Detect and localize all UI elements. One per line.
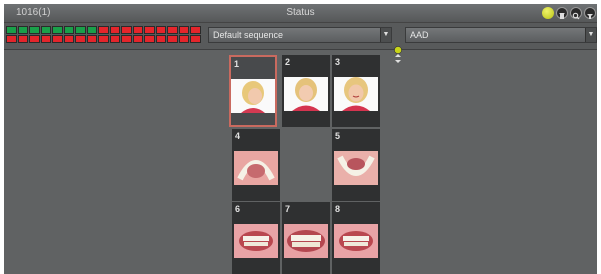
thumbnail-number: 7 bbox=[285, 204, 291, 214]
status-cell-missing bbox=[144, 26, 155, 34]
sequence-dropdown[interactable]: Default sequence ▼ bbox=[208, 27, 392, 43]
face-profile-photo bbox=[231, 79, 275, 113]
thumbnail-7[interactable]: 7 bbox=[282, 202, 330, 274]
teeth-left-photo bbox=[334, 224, 378, 258]
sequence-dropdown-value: Default sequence bbox=[213, 30, 284, 40]
photo-status-grid bbox=[6, 26, 202, 44]
status-cell-missing bbox=[190, 26, 201, 34]
chevron-down-icon[interactable]: ▼ bbox=[380, 28, 391, 42]
chevron-down-icon[interactable]: ▼ bbox=[585, 28, 596, 42]
status-cell-missing bbox=[144, 35, 155, 43]
thumbnail-number: 8 bbox=[335, 204, 341, 214]
thumbnail-number: 1 bbox=[234, 59, 240, 69]
status-cell-missing bbox=[167, 35, 178, 43]
status-cell-missing bbox=[109, 35, 120, 43]
thumbnail-number: 3 bbox=[335, 57, 341, 67]
thumbnail-8[interactable]: 8 bbox=[332, 202, 380, 274]
thumbnail-4[interactable]: 4 bbox=[232, 129, 280, 201]
status-cell-missing bbox=[17, 35, 28, 43]
thumbnail-number: 6 bbox=[235, 204, 241, 214]
status-cell-missing bbox=[40, 35, 51, 43]
filter-dropdown-value: AAD bbox=[410, 30, 429, 40]
thumbnail-6[interactable]: 6 bbox=[232, 202, 280, 274]
status-cell-missing bbox=[121, 35, 132, 43]
status-cell-ok bbox=[63, 26, 74, 34]
status-cell-missing bbox=[167, 26, 178, 34]
status-cell-missing bbox=[190, 35, 201, 43]
filter-dropdown[interactable]: AAD ▼ bbox=[405, 27, 597, 43]
toolbar: Default sequence ▼ AAD ▼ bbox=[4, 23, 597, 63]
status-cell-missing bbox=[109, 26, 120, 34]
thumbnail-2[interactable]: 2 bbox=[282, 55, 330, 127]
close-icon[interactable] bbox=[584, 7, 596, 19]
search-icon[interactable] bbox=[570, 7, 582, 20]
title-bar[interactable]: 1016(1) Status bbox=[4, 4, 597, 23]
status-cell-ok bbox=[86, 26, 97, 34]
status-window: 1016(1) Status Default sequence ▼ AAD ▼ … bbox=[4, 4, 597, 274]
thumbnail-number: 5 bbox=[335, 131, 341, 141]
status-cell-missing bbox=[98, 26, 109, 34]
status-cell-missing bbox=[132, 26, 143, 34]
face-front-photo bbox=[284, 77, 328, 111]
status-cell-ok bbox=[75, 26, 86, 34]
status-cell-missing bbox=[178, 26, 189, 34]
window-title: Status bbox=[286, 7, 315, 18]
upper-arch-photo bbox=[234, 151, 278, 185]
status-cell-ok bbox=[17, 26, 28, 34]
face-smile-photo bbox=[334, 77, 378, 111]
thumbnail-panel: 1 2 3 4 5 6 7 8 bbox=[4, 50, 597, 274]
teeth-right-photo bbox=[234, 224, 278, 258]
thumbnail-1[interactable]: 1 bbox=[229, 55, 277, 127]
status-cell-missing bbox=[86, 35, 97, 43]
status-cell-missing bbox=[155, 26, 166, 34]
thumbnail-number: 2 bbox=[285, 57, 291, 67]
thumbnail-number: 4 bbox=[235, 131, 241, 141]
status-cell-missing bbox=[178, 35, 189, 43]
status-light-icon bbox=[542, 7, 554, 19]
lower-arch-photo bbox=[334, 151, 378, 185]
status-cell-missing bbox=[132, 35, 143, 43]
status-cell-missing bbox=[155, 35, 166, 43]
thumbnail-3[interactable]: 3 bbox=[332, 55, 380, 127]
status-cell-missing bbox=[75, 35, 86, 43]
trash-icon[interactable] bbox=[556, 7, 568, 19]
status-cell-missing bbox=[98, 35, 109, 43]
status-cell-missing bbox=[52, 35, 63, 43]
teeth-front-photo bbox=[284, 224, 328, 258]
status-cell-missing bbox=[121, 26, 132, 34]
status-cell-ok bbox=[6, 26, 17, 34]
status-cell-ok bbox=[29, 26, 40, 34]
status-cell-missing bbox=[29, 35, 40, 43]
status-cell-missing bbox=[6, 35, 17, 43]
status-cell-ok bbox=[40, 26, 51, 34]
status-cell-missing bbox=[63, 35, 74, 43]
status-cell-ok bbox=[52, 26, 63, 34]
thumbnail-5[interactable]: 5 bbox=[332, 129, 380, 201]
